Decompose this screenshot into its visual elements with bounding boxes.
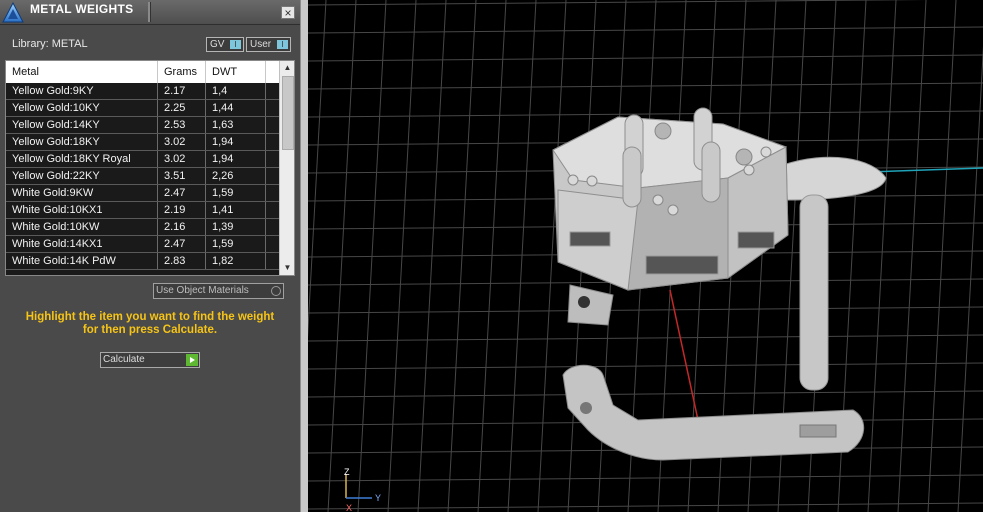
- cell-dwt: 1,94: [206, 151, 266, 167]
- table-row[interactable]: White Gold:9KW 2.47 1,59: [6, 185, 279, 202]
- calculate-button[interactable]: Calculate: [100, 352, 200, 368]
- column-header-dwt[interactable]: DWT: [206, 61, 266, 83]
- cell-metal: Yellow Gold:14KY: [6, 117, 158, 133]
- play-arrow-icon: [186, 354, 198, 366]
- table-row[interactable]: Yellow Gold:9KY 2.17 1,4: [6, 83, 279, 100]
- cell-grams: 3.51: [158, 168, 206, 184]
- viewport-scene: Z Y X: [308, 0, 983, 512]
- cell-dwt: 1,41: [206, 202, 266, 218]
- table-scrollbar[interactable]: ▲ ▼: [279, 61, 294, 275]
- table-row[interactable]: Yellow Gold:18KY Royal 3.02 1,94: [6, 151, 279, 168]
- table-row[interactable]: White Gold:10KX1 2.19 1,41: [6, 202, 279, 219]
- cell-dwt: 1,94: [206, 134, 266, 150]
- cell-dwt: 1,59: [206, 185, 266, 201]
- cell-dwt: 2,26: [206, 168, 266, 184]
- cell-metal: White Gold:10KX1: [6, 202, 158, 218]
- gv-toggle-label: GV: [210, 39, 225, 50]
- table-row[interactable]: White Gold:14K PdW 2.83 1,82: [6, 253, 279, 270]
- use-object-materials-toggle[interactable]: Use Object Materials: [153, 283, 284, 299]
- table-row[interactable]: Yellow Gold:10KY 2.25 1,44: [6, 100, 279, 117]
- metal-weights-panel: METAL WEIGHTS × Library: METAL GV I User…: [0, 0, 300, 512]
- cell-dwt: 1,39: [206, 219, 266, 235]
- table-row[interactable]: Yellow Gold:14KY 2.53 1,63: [6, 117, 279, 134]
- cell-metal: White Gold:10KW: [6, 219, 158, 235]
- cell-grams: 2.25: [158, 100, 206, 116]
- table-body: Yellow Gold:9KY 2.17 1,4 Yellow Gold:10KY 2.…: [6, 83, 279, 275]
- scroll-up-icon[interactable]: ▲: [280, 61, 294, 75]
- cell-grams: 2.47: [158, 236, 206, 252]
- axis-label-x: X: [346, 503, 352, 512]
- table-row[interactable]: White Gold:10KW 2.16 1,39: [6, 219, 279, 236]
- cell-dwt: 1,63: [206, 117, 266, 133]
- cell-dwt: 1,44: [206, 100, 266, 116]
- 3d-viewport[interactable]: Z Y X: [308, 0, 983, 512]
- instructions-line-2: for then press Calculate.: [82, 324, 218, 336]
- axis-gizmo: Z Y X: [344, 467, 381, 512]
- x-axis-line: [867, 167, 983, 173]
- close-button[interactable]: ×: [281, 6, 295, 19]
- panel-divider[interactable]: [300, 0, 308, 512]
- scroll-thumb[interactable]: [282, 76, 294, 150]
- table-row[interactable]: White Gold:14KX1 2.47 1,59: [6, 236, 279, 253]
- user-toggle-label: User: [250, 39, 272, 50]
- ring-model[interactable]: [552, 107, 887, 461]
- cell-dwt: 1,82: [206, 253, 266, 269]
- instructions-text: Highlight the item you want to find the …: [10, 311, 290, 337]
- scroll-down-icon[interactable]: ▼: [280, 261, 294, 275]
- axis-label-z: Z: [344, 467, 350, 477]
- triangle-logo-icon: [2, 2, 24, 23]
- cell-grams: 2.53: [158, 117, 206, 133]
- table-row[interactable]: Yellow Gold:22KY 3.51 2,26: [6, 168, 279, 185]
- cell-metal: Yellow Gold:18KY Royal: [6, 151, 158, 167]
- cell-dwt: 1,4: [206, 83, 266, 99]
- cell-metal: White Gold:14KX1: [6, 236, 158, 252]
- user-toggle[interactable]: User I: [246, 37, 291, 52]
- cell-metal: White Gold:9KW: [6, 185, 158, 201]
- library-label: Library: METAL: [12, 38, 88, 50]
- cell-grams: 3.02: [158, 151, 206, 167]
- column-header-grams[interactable]: Grams: [158, 61, 206, 83]
- panel-titlebar: METAL WEIGHTS ×: [0, 0, 300, 25]
- cell-grams: 2.83: [158, 253, 206, 269]
- cell-metal: White Gold:14K PdW: [6, 253, 158, 269]
- column-header-metal[interactable]: Metal: [6, 61, 158, 83]
- gv-toggle-indicator: I: [230, 40, 241, 49]
- cell-metal: Yellow Gold:18KY: [6, 134, 158, 150]
- use-object-materials-label: Use Object Materials: [156, 285, 249, 296]
- cell-grams: 3.02: [158, 134, 206, 150]
- cell-dwt: 1,59: [206, 236, 266, 252]
- table-row[interactable]: Yellow Gold:18KY 3.02 1,94: [6, 134, 279, 151]
- cell-metal: Yellow Gold:9KY: [6, 83, 158, 99]
- cell-grams: 2.17: [158, 83, 206, 99]
- cell-grams: 2.16: [158, 219, 206, 235]
- cell-grams: 2.19: [158, 202, 206, 218]
- cell-grams: 2.47: [158, 185, 206, 201]
- toggle-indicator-icon: [271, 286, 281, 296]
- axis-label-y: Y: [375, 493, 381, 503]
- calculate-label: Calculate: [103, 354, 145, 365]
- metal-table: Metal Grams DWT Yellow Gold:9KY 2.17 1,4 Ye…: [5, 60, 295, 276]
- cell-metal: Yellow Gold:10KY: [6, 100, 158, 116]
- user-toggle-indicator: I: [277, 40, 288, 49]
- cell-metal: Yellow Gold:22KY: [6, 168, 158, 184]
- instructions-line-1: Highlight the item you want to find the …: [25, 311, 275, 323]
- title-separator: [148, 2, 151, 22]
- table-header: Metal Grams DWT: [6, 61, 279, 84]
- panel-title: METAL WEIGHTS: [30, 2, 134, 16]
- gv-toggle[interactable]: GV I: [206, 37, 244, 52]
